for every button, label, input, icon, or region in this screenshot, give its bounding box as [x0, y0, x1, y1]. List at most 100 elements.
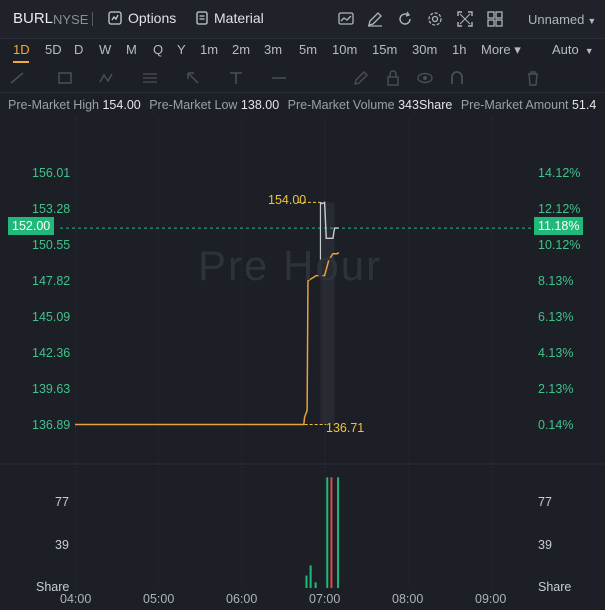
timeframe-5m[interactable]: 5m: [299, 42, 317, 57]
high-value: 154.00: [102, 98, 141, 112]
time-axis-label: 08:00: [392, 592, 424, 606]
high-marker-label: 154.00: [268, 193, 307, 207]
time-axis-label: 04:00: [60, 592, 92, 606]
volume-axis-label-left: 39: [55, 538, 69, 552]
price-chart[interactable]: [0, 118, 605, 610]
time-axis-label: 09:00: [475, 592, 507, 606]
timeframe-1m[interactable]: 1m: [200, 42, 218, 57]
exchange-label: NYSE: [53, 12, 89, 27]
line-tool-icon[interactable]: [8, 70, 26, 86]
volume-bar: [326, 477, 329, 588]
timeframe-w[interactable]: W: [99, 42, 111, 57]
volume-axis-label-right: 39: [538, 538, 552, 552]
session-watermark: Pre Hour: [198, 242, 383, 289]
timeframe-m[interactable]: M: [126, 42, 137, 57]
eye-icon[interactable]: [416, 70, 434, 86]
divider: [92, 12, 93, 26]
options-label: Options: [128, 10, 177, 26]
lock-icon[interactable]: [384, 70, 402, 86]
measure-tool-icon[interactable]: [270, 70, 288, 86]
caret-down-icon: ▼: [584, 46, 594, 56]
price-axis-label: 156.01: [32, 166, 71, 180]
time-axis-label: 06:00: [226, 592, 258, 606]
price-axis-label: 147.82: [32, 274, 71, 288]
price-axis-label: 150.55: [32, 238, 71, 252]
percent-axis-label: 10.12%: [538, 238, 581, 252]
timeframe-q[interactable]: Q: [153, 42, 163, 57]
timeframe-1h[interactable]: 1h: [452, 42, 466, 57]
rectangle-tool-icon[interactable]: [56, 70, 74, 86]
chart-type-icon[interactable]: [337, 10, 355, 28]
timeframe-3m[interactable]: 3m: [264, 42, 282, 57]
timeframe-d[interactable]: D: [74, 42, 83, 57]
volume-bar: [330, 477, 333, 588]
draw-pen-icon[interactable]: [366, 10, 384, 28]
scale-mode-label: Auto: [552, 42, 579, 57]
percent-axis-label: 14.12%: [538, 166, 581, 180]
volume-bar: [314, 582, 317, 588]
price-axis-label: 145.09: [32, 310, 71, 324]
volume-value: 343Share: [398, 98, 453, 112]
trash-icon[interactable]: [524, 70, 542, 86]
low-marker-label: 136.71: [326, 421, 365, 435]
layout-name-dropdown[interactable]: Unnamed ▼: [528, 12, 596, 27]
percent-axis-label: 8.13%: [538, 274, 574, 288]
volume-unit-left: Share: [36, 580, 70, 594]
ticker-symbol[interactable]: BURL: [13, 10, 53, 27]
time-axis-label: 05:00: [143, 592, 175, 606]
timeframe-1d[interactable]: 1D: [13, 42, 30, 57]
volume-axis-label-right: 77: [538, 495, 552, 509]
arrow-tool-icon[interactable]: [184, 70, 202, 86]
timeframe-5d[interactable]: 5D: [45, 42, 62, 57]
fibonacci-tool-icon[interactable]: [141, 70, 159, 86]
text-tool-icon[interactable]: [227, 70, 245, 86]
timeframe-2m[interactable]: 2m: [232, 42, 250, 57]
chart-canvas: [0, 118, 605, 588]
volume-bar: [309, 565, 312, 588]
low-value: 138.00: [240, 98, 280, 112]
amount-label: Pre-Market Amount: [460, 98, 569, 112]
material-label: Material: [214, 10, 264, 26]
volume-label: Pre-Market Volume: [287, 98, 395, 112]
document-icon: [196, 11, 208, 25]
layout-grid-icon[interactable]: [486, 10, 504, 28]
top-bar: BURL NYSE Options Material Unnamed ▼: [0, 0, 605, 39]
caret-down-icon: ▼: [587, 16, 597, 26]
magnet-icon[interactable]: [448, 70, 466, 86]
current-price-tag: 152.00: [8, 217, 55, 235]
price-axis-label: 139.63: [32, 382, 71, 396]
timeframe-15m[interactable]: 15m: [372, 42, 397, 57]
percent-axis-label: 12.12%: [538, 202, 581, 216]
volume-bar: [337, 477, 340, 588]
percent-axis-label: 0.14%: [538, 418, 574, 432]
pre-market-info-bar: Pre-Market High 154.00 Pre-Market Low 13…: [0, 98, 605, 118]
volume-axis-label-left: 77: [55, 495, 69, 509]
refresh-icon[interactable]: [396, 10, 414, 28]
amount-value: 51.4: [571, 98, 597, 112]
high-label: Pre-Market High: [8, 98, 99, 112]
timeframe-bar: 1D 5D D W M Q Y 1m 2m 3m 5m 10m 15m 30m 1h More ▾: [0, 38, 605, 62]
expand-icon[interactable]: [456, 10, 474, 28]
timeframe-more[interactable]: More ▾: [481, 42, 521, 58]
options-button[interactable]: Options: [108, 10, 176, 26]
timeframe-10m[interactable]: 10m: [332, 42, 357, 57]
price-range-band: [320, 202, 335, 425]
volume-bar: [305, 575, 308, 588]
options-icon: [108, 11, 122, 25]
low-label: Pre-Market Low: [149, 98, 238, 112]
gear-icon[interactable]: [426, 10, 444, 28]
material-button[interactable]: Material: [196, 10, 264, 26]
current-percent-tag: 11.18%: [534, 217, 584, 235]
timeframe-30m[interactable]: 30m: [412, 42, 437, 57]
drawing-toolbar: [0, 64, 605, 93]
percent-axis-label: 6.13%: [538, 310, 574, 324]
price-axis-label: 136.89: [32, 418, 71, 432]
wave-tool-icon[interactable]: [98, 70, 116, 86]
price-axis-label: 153.28: [32, 202, 71, 216]
pencil-tool-icon[interactable]: [352, 70, 370, 86]
scale-mode-dropdown[interactable]: Auto ▼: [552, 42, 594, 57]
timeframe-y[interactable]: Y: [177, 42, 186, 57]
layout-name: Unnamed: [528, 12, 585, 27]
time-axis-label: 07:00: [309, 592, 341, 606]
price-axis-label: 142.36: [32, 346, 71, 360]
